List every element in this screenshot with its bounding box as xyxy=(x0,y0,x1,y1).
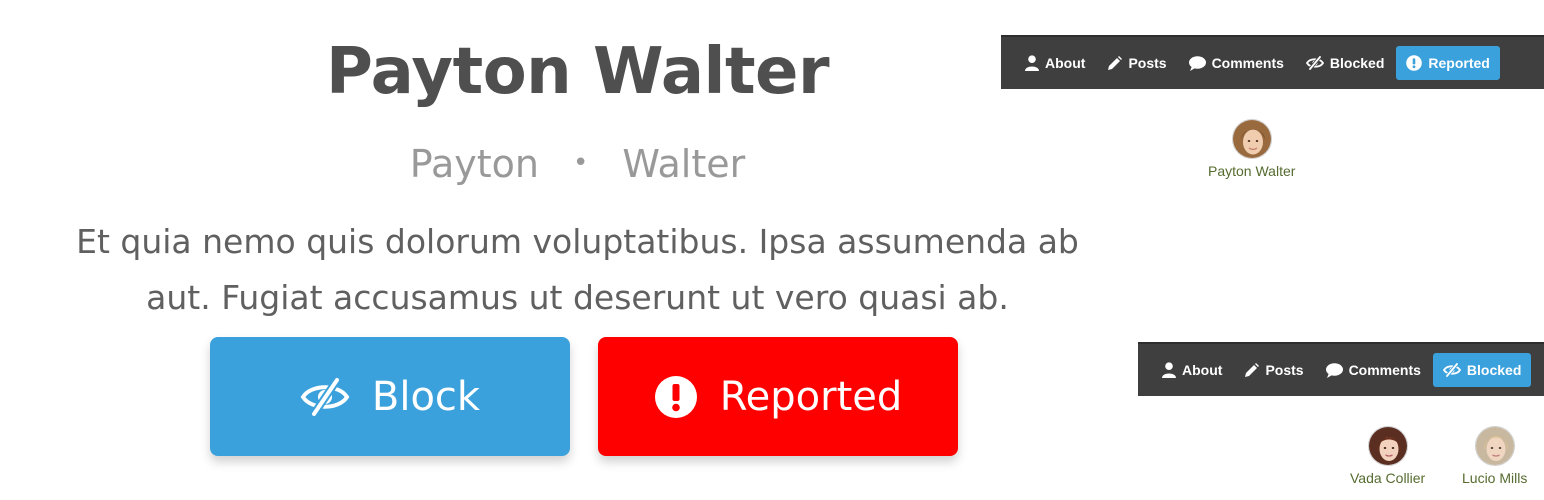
tab-posts[interactable]: Posts xyxy=(1234,353,1313,387)
exclamation-circle-icon xyxy=(1406,55,1423,71)
user-card-lucio-mills[interactable]: Lucio Mills xyxy=(1462,426,1527,486)
tab-comments[interactable]: Comments xyxy=(1316,353,1431,387)
tab-reported-label: Reported xyxy=(1428,55,1490,71)
tab-about-label: About xyxy=(1045,55,1086,71)
tab-comments[interactable]: Comments xyxy=(1179,46,1294,80)
user-card-payton-walter[interactable]: Payton Walter xyxy=(1208,119,1295,179)
user-name: Lucio Mills xyxy=(1462,470,1528,486)
profile-tabs-bottom: About Posts Comments Blocked xyxy=(1138,342,1544,396)
user-icon xyxy=(1162,362,1176,378)
profile-tabs-top: About Posts Comments Blocked Reported xyxy=(1001,35,1544,89)
tab-posts-label: Posts xyxy=(1128,55,1167,71)
reported-button-label: Reported xyxy=(719,373,903,420)
user-icon xyxy=(1025,55,1039,71)
user-name: Vada Collier xyxy=(1350,470,1426,486)
user-card-vada-collier[interactable]: Vada Collier xyxy=(1350,426,1425,486)
tab-blocked[interactable]: Blocked xyxy=(1296,46,1394,80)
tab-reported[interactable]: Reported xyxy=(1396,46,1500,80)
eye-slash-icon xyxy=(1305,56,1324,70)
tab-about[interactable]: About xyxy=(1152,353,1232,387)
tab-posts-label: Posts xyxy=(1265,362,1304,378)
tab-posts[interactable]: Posts xyxy=(1097,46,1176,80)
avatar xyxy=(1231,119,1272,159)
tab-comments-label: Comments xyxy=(1211,55,1284,71)
name-separator: • xyxy=(572,148,589,178)
block-button[interactable]: Block xyxy=(210,337,570,456)
tab-about[interactable]: About xyxy=(1015,46,1095,80)
block-button-label: Block xyxy=(371,373,481,420)
user-name: Payton Walter xyxy=(1208,163,1296,179)
avatar xyxy=(1474,426,1515,466)
tab-blocked-label: Blocked xyxy=(1466,362,1522,378)
profile-first-name: Payton xyxy=(409,142,539,186)
tab-blocked[interactable]: Blocked xyxy=(1432,353,1532,387)
avatar xyxy=(1367,426,1408,466)
pencil-icon xyxy=(1107,55,1123,71)
profile-name-parts: Payton • Walter xyxy=(0,136,1155,191)
tab-about-label: About xyxy=(1182,362,1223,378)
comment-icon xyxy=(1188,55,1206,71)
pencil-icon xyxy=(1244,362,1260,378)
profile-full-name: Payton Walter xyxy=(325,35,830,109)
reported-button[interactable]: Reported xyxy=(598,337,958,456)
tab-comments-label: Comments xyxy=(1348,362,1421,378)
tab-blocked-label: Blocked xyxy=(1329,55,1385,71)
profile-last-name: Walter xyxy=(622,142,746,186)
eye-slash-icon xyxy=(1442,363,1461,377)
profile-panel: Payton Walter Payton • Walter Et quia nemo… xyxy=(0,0,1155,500)
exclamation-circle-icon xyxy=(654,375,698,419)
comment-icon xyxy=(1325,362,1343,378)
eye-slash-icon xyxy=(300,377,350,417)
profile-bio: Et quia nemo quis dolorum voluptatibus. … xyxy=(76,222,1079,317)
